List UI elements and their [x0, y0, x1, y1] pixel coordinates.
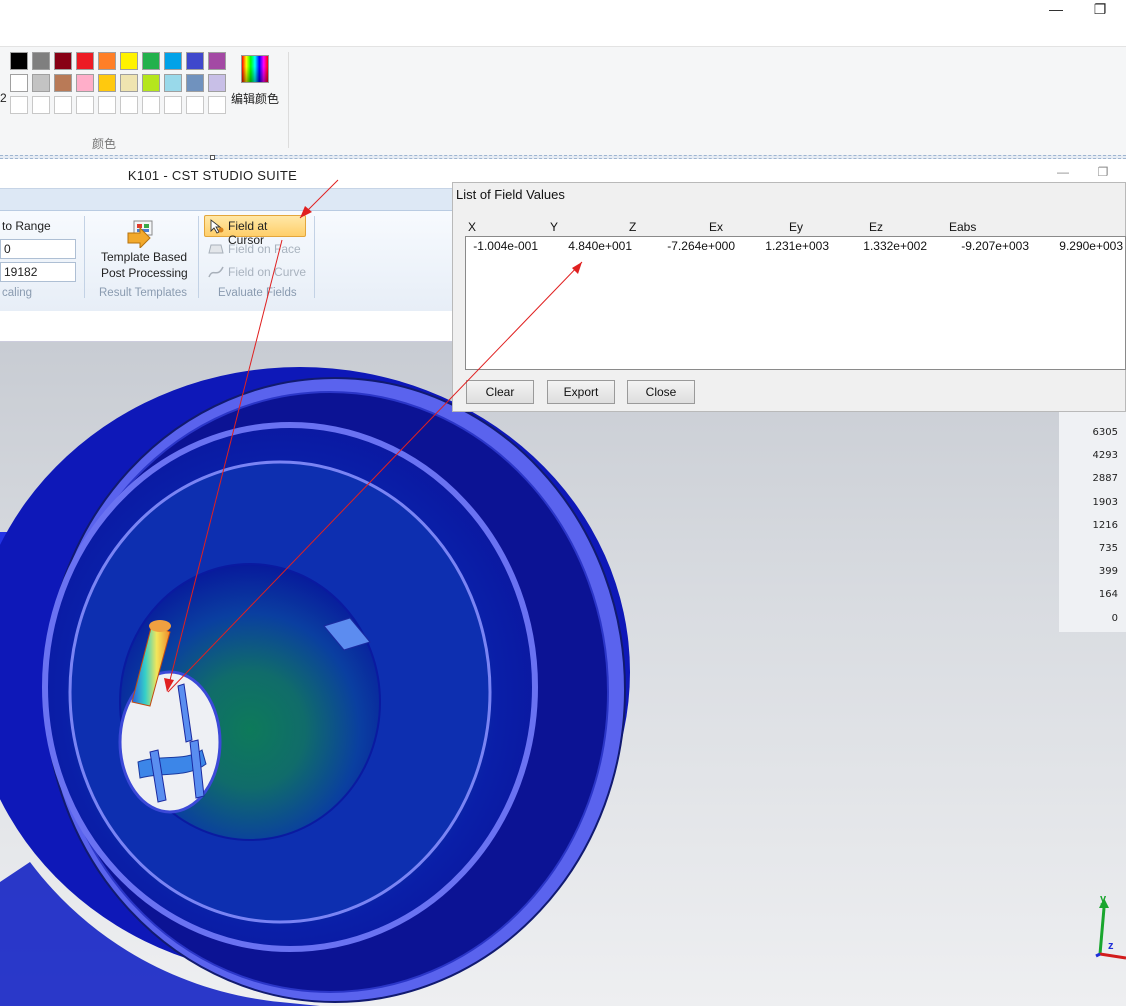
paint-titlebar [0, 0, 1126, 46]
custom-color-slot[interactable] [98, 96, 116, 114]
scaling-group-label: caling [2, 287, 33, 299]
field-at-cursor-button[interactable]: Field at Cursor [204, 215, 306, 247]
range-max-input[interactable]: 19182 [0, 262, 76, 282]
color-swatch[interactable] [98, 74, 116, 92]
color-swatch[interactable] [10, 74, 28, 92]
legend-value: 164 [1098, 589, 1118, 601]
field-on-face-icon [208, 244, 224, 254]
column-header-eabs: Eabs [949, 220, 977, 234]
color-swatch[interactable] [120, 74, 138, 92]
color-swatch[interactable] [98, 52, 116, 70]
dialog-minimize-button[interactable]: — [1048, 165, 1078, 181]
legend-value: 399 [1098, 566, 1118, 578]
minimize-button[interactable]: — [1041, 0, 1071, 20]
table-cell-z: -7.264e+000 [667, 239, 735, 253]
color-swatch[interactable] [76, 52, 94, 70]
table-cell-ez: -9.207e+003 [961, 239, 1029, 253]
legend-value: 2887 [1092, 473, 1118, 485]
color-swatch[interactable] [10, 52, 28, 70]
axis-label-z: z [1108, 940, 1114, 952]
field-values-table[interactable] [465, 236, 1126, 370]
edit-colors-icon[interactable] [241, 55, 269, 83]
table-cell-x: -1.004e-001 [473, 239, 538, 253]
template-post-processing-button-line2[interactable]: Post Processing [101, 266, 188, 280]
axis-label-y: y [1100, 893, 1107, 905]
ribbon-separator [198, 216, 199, 298]
color-swatch[interactable] [186, 52, 204, 70]
brush-size-label: 2 [0, 91, 7, 105]
cursor-probe-icon [210, 219, 224, 234]
color-swatch[interactable] [76, 74, 94, 92]
template-post-processing-button[interactable]: Template Based [101, 250, 187, 264]
edit-colors-button[interactable]: 编辑颜色 [231, 90, 279, 107]
legend-value: 4293 [1092, 450, 1118, 462]
color-swatch[interactable] [142, 52, 160, 70]
color-swatch[interactable] [54, 52, 72, 70]
group-divider [288, 52, 289, 148]
custom-color-slot[interactable] [186, 96, 204, 114]
field-on-curve-button[interactable]: Field on Curve [228, 265, 306, 279]
column-header-x: X [468, 220, 477, 234]
custom-color-slot[interactable] [32, 96, 50, 114]
legend-value: 6305 [1092, 427, 1118, 438]
custom-color-slot[interactable] [120, 96, 138, 114]
color-swatch[interactable] [32, 52, 50, 70]
ribbon-separator [314, 216, 315, 298]
table-cell-ex: 1.231e+003 [765, 239, 829, 253]
color-swatch[interactable] [164, 52, 182, 70]
color-swatch[interactable] [208, 74, 226, 92]
column-header-ex: Ex [709, 220, 724, 234]
clear-button[interactable]: Clear [466, 380, 534, 404]
range-min-input[interactable]: 0 [0, 239, 76, 259]
color-swatch[interactable] [120, 52, 138, 70]
restore-button[interactable]: ❐ [1085, 0, 1115, 20]
evaluate-fields-group-label: Evaluate Fields [218, 287, 297, 299]
column-header-y: Y [550, 220, 559, 234]
cst-window-title: K101 - CST STUDIO SUITE [127, 168, 298, 183]
dialog-restore-button[interactable]: ❐ [1088, 165, 1118, 181]
dialog-title: List of Field Values [456, 187, 565, 202]
ribbon-separator [84, 216, 85, 298]
color-swatch[interactable] [186, 74, 204, 92]
color-palette [10, 52, 230, 118]
field-on-curve-icon [208, 266, 224, 278]
canvas-border [0, 155, 1126, 159]
colors-group-label: 颜色 [92, 137, 117, 151]
fit-to-range-button[interactable]: to Range [2, 219, 51, 233]
table-cell-eabs: 9.290e+003 [1059, 239, 1123, 253]
custom-color-slot[interactable] [54, 96, 72, 114]
color-swatch[interactable] [54, 74, 72, 92]
color-swatch[interactable] [164, 74, 182, 92]
export-button[interactable]: Export [547, 380, 615, 404]
custom-color-slot[interactable] [142, 96, 160, 114]
color-swatch[interactable] [142, 74, 160, 92]
legend-value: 1903 [1092, 496, 1118, 508]
column-header-ey: Ey [789, 220, 804, 234]
table-cell-y: 4.840e+001 [568, 239, 632, 253]
color-swatch[interactable] [32, 74, 50, 92]
legend-value: 1216 [1092, 519, 1118, 531]
table-cell-ey: 1.332e+002 [863, 239, 927, 253]
custom-color-slot[interactable] [10, 96, 28, 114]
color-swatch[interactable] [208, 52, 226, 70]
3d-viewport[interactable] [0, 342, 1126, 1006]
template-post-processing-icon [127, 220, 153, 248]
custom-color-slot[interactable] [76, 96, 94, 114]
close-button[interactable]: Close [627, 380, 695, 404]
legend-value: 735 [1098, 543, 1118, 554]
custom-color-slot[interactable] [164, 96, 182, 114]
field-plot-model [0, 367, 1126, 1006]
column-header-ez: Ez [869, 220, 884, 234]
column-header-z: Z [629, 220, 637, 234]
result-templates-group-label: Result Templates [99, 287, 187, 299]
custom-color-slot[interactable] [208, 96, 226, 114]
field-on-face-button[interactable]: Field on Face [228, 242, 301, 256]
legend-value: 0 [1111, 612, 1118, 624]
